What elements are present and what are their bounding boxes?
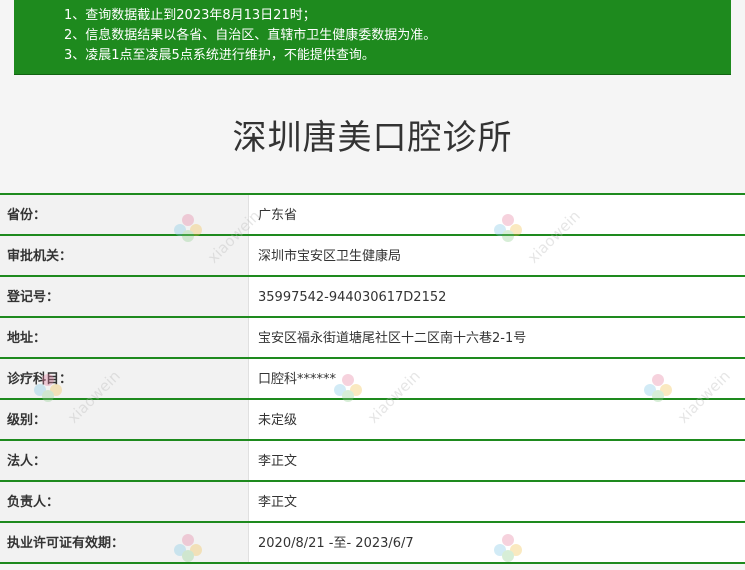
table-row-license-validity: 执业许可证有效期： 2020/8/21 -至- 2023/6/7 — [0, 523, 745, 564]
table-row-registration: 登记号： 35997542-944030617D2152 — [0, 277, 745, 318]
row-value: 宝安区福永街道塘尾社区十二区南十六巷2-1号 — [248, 318, 745, 357]
row-label: 执业许可证有效期： — [0, 523, 248, 562]
table-row-address: 地址： 宝安区福永街道塘尾社区十二区南十六巷2-1号 — [0, 318, 745, 359]
notice-line-1: 1、查询数据截止到2023年8月13日21时； — [64, 8, 316, 23]
notice-line-2: 2、信息数据结果以各省、自治区、直辖市卫生健康委数据为准。 — [64, 28, 437, 43]
row-value: 李正文 — [248, 441, 745, 480]
table-row-responsible-person: 负责人： 李正文 — [0, 482, 745, 523]
table-row-departments: 诊疗科目： 口腔科****** — [0, 359, 745, 400]
table-row-province: 省份： 广东省 — [0, 195, 745, 236]
row-label: 诊疗科目： — [0, 359, 248, 398]
row-label: 登记号： — [0, 277, 248, 316]
row-label: 省份： — [0, 195, 248, 234]
row-value: 李正文 — [248, 482, 745, 521]
notice-banner: 1、查询数据截止到2023年8月13日21时； 2、信息数据结果以各省、自治区、… — [14, 0, 731, 75]
row-value: 口腔科****** — [248, 359, 745, 398]
table-row-level: 级别： 未定级 — [0, 400, 745, 441]
row-label: 审批机关： — [0, 236, 248, 275]
row-value: 深圳市宝安区卫生健康局 — [248, 236, 745, 275]
table-row-authority: 审批机关： 深圳市宝安区卫生健康局 — [0, 236, 745, 277]
page: 1、查询数据截止到2023年8月13日21时； 2、信息数据结果以各省、自治区、… — [0, 0, 745, 570]
row-label: 地址： — [0, 318, 248, 357]
row-label: 负责人： — [0, 482, 248, 521]
row-label: 法人： — [0, 441, 248, 480]
row-value: 35997542-944030617D2152 — [248, 277, 745, 316]
row-value: 广东省 — [248, 195, 745, 234]
row-label: 级别： — [0, 400, 248, 439]
row-value: 2020/8/21 -至- 2023/6/7 — [248, 523, 745, 562]
page-title: 深圳唐美口腔诊所 — [232, 118, 513, 158]
notice-line-3: 3、凌晨1点至凌晨5点系统进行维护，不能提供查询。 — [64, 48, 375, 63]
table-row-legal-person: 法人： 李正文 — [0, 441, 745, 482]
row-value: 未定级 — [248, 400, 745, 439]
info-table: 省份： 广东省 审批机关： 深圳市宝安区卫生健康局 登记号： 35997542-… — [0, 193, 745, 564]
